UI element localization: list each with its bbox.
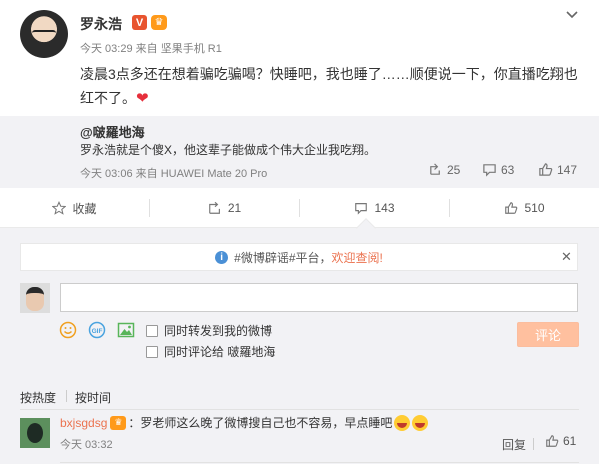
comment-text: ：罗老师这么晚了微博搜自己也不容易，早点睡吧: [128, 416, 393, 430]
like-icon: [546, 435, 559, 447]
image-icon[interactable]: [117, 321, 135, 339]
post-meta: 今天 03:29 来自 坚果手机 R1: [80, 43, 222, 55]
close-icon[interactable]: ✕: [561, 249, 572, 265]
like-icon: [505, 202, 518, 214]
comment-reply-button[interactable]: 回复: [502, 436, 526, 453]
info-icon: i: [215, 250, 229, 264]
sort-by-time-tab[interactable]: 按时间: [75, 389, 111, 406]
comment-like-button[interactable]: 61: [545, 434, 576, 448]
current-user-avatar: [20, 283, 50, 313]
submit-comment-button[interactable]: 评论: [517, 322, 579, 347]
comment-button[interactable]: 143: [300, 188, 449, 228]
comment-icon: [355, 203, 368, 215]
vip-icon: ♛: [110, 415, 127, 430]
repost-author[interactable]: @啵羅地海: [80, 122, 145, 141]
comment-divider: [60, 462, 579, 463]
svg-text:GIF: GIF: [92, 328, 103, 335]
rumor-notice: i #微博辟谣#平台， 欢迎查阅!: [20, 243, 578, 271]
repost-meta: 今天 03:06 来自 HUAWEI Mate 20 Pro: [80, 168, 268, 180]
laugh-emoji-icon: [412, 414, 429, 431]
repost-like-button[interactable]: 147: [538, 162, 577, 177]
heart-icon: ❤: [136, 90, 149, 107]
favorite-button[interactable]: 收藏: [0, 188, 149, 228]
also-forward-checkbox[interactable]: [146, 324, 158, 337]
star-icon: [52, 201, 67, 215]
sort-by-hot-tab[interactable]: 按热度: [20, 389, 56, 406]
comment-input[interactable]: [60, 283, 578, 312]
also-comment-checkbox[interactable]: [146, 345, 158, 358]
like-button[interactable]: 510: [450, 188, 599, 228]
emoticon-icon[interactable]: [59, 321, 77, 339]
comment-icon: [483, 164, 496, 177]
forward-button[interactable]: 21: [150, 188, 299, 228]
forward-icon: [208, 201, 220, 214]
also-forward-option[interactable]: 同时转发到我的微博: [146, 322, 272, 339]
laugh-emoji-icon: [394, 414, 411, 431]
repost-comment-button[interactable]: 63: [482, 162, 514, 177]
dropdown-chevron-icon[interactable]: [565, 8, 579, 22]
author-name[interactable]: 罗永浩: [80, 14, 122, 34]
author-avatar[interactable]: [20, 10, 68, 58]
repost-text: 罗永浩就是个傻X，他这辈子能做成个伟大企业我吃翔。: [80, 143, 377, 157]
like-icon: [539, 163, 553, 176]
comment-username[interactable]: bxjsgdsg: [60, 416, 107, 430]
repost-forward-button[interactable]: 25: [428, 162, 460, 177]
comment-avatar[interactable]: [20, 418, 50, 448]
notice-link[interactable]: 欢迎查阅!: [332, 249, 383, 266]
vip-icon[interactable]: ♛: [151, 15, 167, 30]
verified-icon: V: [132, 15, 147, 30]
gif-icon[interactable]: GIF: [88, 321, 106, 339]
comment-action-divider: [533, 438, 534, 450]
sort-underline: [20, 409, 579, 410]
also-comment-option[interactable]: 同时评论给 啵羅地海: [146, 343, 275, 360]
post-text: 凌晨3点多还在想着骗吃骗喝？快睡吧，我也睡了……顺便说一下，你直播吃翔也红不了。…: [80, 66, 578, 107]
forward-icon: [430, 163, 440, 175]
comment-line: bxjsgdsg ♛ ：罗老师这么晚了微博搜自己也不容易，早点睡吧: [60, 414, 429, 431]
sort-divider: [66, 390, 67, 402]
comment-meta: 今天 03:32: [60, 439, 113, 451]
